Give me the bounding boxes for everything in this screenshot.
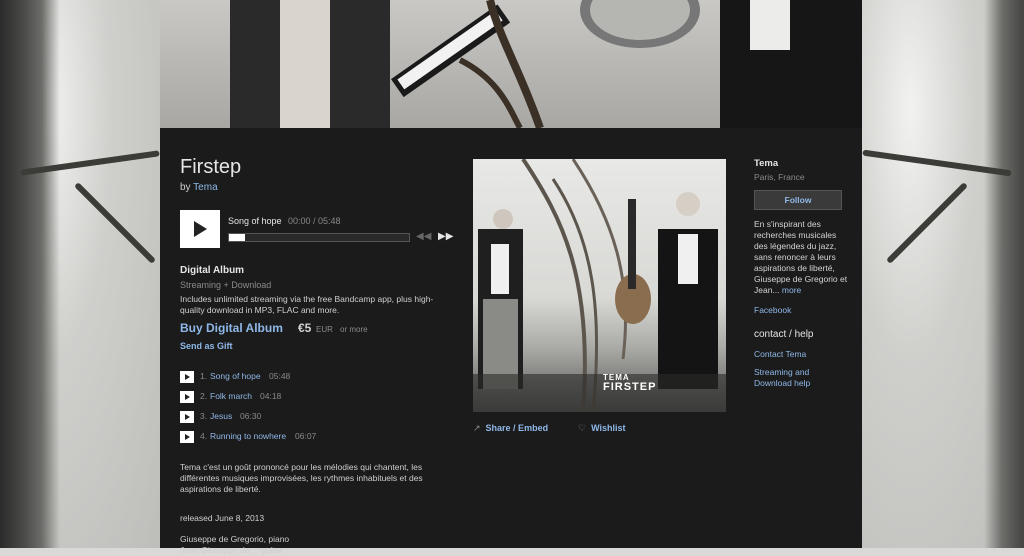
facebook-link[interactable]: Facebook bbox=[754, 305, 849, 315]
audio-player: Song of hope 00:00 / 05:48 ◀◀ ▶▶ bbox=[180, 210, 453, 250]
track-list: 1. Song of hope 05:48 2. Folk march 04:1… bbox=[180, 370, 460, 450]
contact-artist-link[interactable]: Contact Tema bbox=[754, 349, 849, 359]
track-name-link[interactable]: Song of hope bbox=[210, 371, 261, 381]
credits: Giuseppe de Gregorio, piano Jean-Giusepp… bbox=[180, 534, 289, 556]
track-number: 1. bbox=[200, 371, 208, 381]
header-banner-image bbox=[160, 0, 862, 128]
share-embed-button[interactable]: ↗ Share / Embed bbox=[473, 423, 548, 434]
track-duration: 04:18 bbox=[260, 391, 282, 401]
progress-knob[interactable] bbox=[229, 234, 245, 241]
track-name-link[interactable]: Folk march bbox=[210, 391, 252, 401]
now-playing-title: Song of hope bbox=[228, 216, 282, 226]
digital-album-title: Digital Album bbox=[180, 265, 245, 276]
next-track-icon[interactable]: ▶▶ bbox=[438, 231, 453, 242]
follow-button[interactable]: Follow bbox=[754, 190, 842, 210]
track-play-button[interactable] bbox=[180, 371, 194, 383]
play-button[interactable] bbox=[180, 210, 220, 248]
credit-line: Jean-Giuseppe de ... guitar bbox=[180, 545, 283, 555]
track-duration: 05:48 bbox=[269, 371, 291, 381]
sidebar-artist-name[interactable]: Tema bbox=[754, 158, 849, 169]
album-about: Tema c'est un goût prononcé pour les mél… bbox=[180, 462, 423, 494]
track-duration: 06:30 bbox=[240, 411, 262, 421]
track-play-button[interactable] bbox=[180, 431, 194, 443]
album-panel: Firstep by Tema Song of hope 00:00 / 05:… bbox=[160, 128, 862, 555]
artist-link[interactable]: Tema bbox=[193, 182, 217, 193]
wishlist-button[interactable]: ♡ Wishlist bbox=[578, 423, 626, 434]
artist-sidebar: Tema Paris, France Follow En s'inspirant… bbox=[754, 158, 849, 389]
track-name-link[interactable]: Running to nowhere bbox=[210, 431, 286, 441]
send-as-gift-link[interactable]: Send as Gift bbox=[180, 341, 233, 351]
track-row: 3. Jesus 06:30 bbox=[180, 410, 460, 430]
bio-text: En s'inspirant des recherches musicales … bbox=[754, 219, 848, 295]
album-cover-image[interactable]: TEMA FIRSTEP bbox=[473, 159, 726, 412]
track-name-link[interactable]: Jesus bbox=[210, 411, 232, 421]
track-number: 3. bbox=[200, 411, 208, 421]
background-right bbox=[862, 0, 1024, 548]
release-date: released June 8, 2013 bbox=[180, 513, 265, 523]
digital-album-subtitle: Streaming + Download bbox=[180, 280, 272, 290]
background-left bbox=[0, 0, 160, 548]
previous-track-icon[interactable]: ◀◀ bbox=[416, 231, 431, 242]
wishlist-label: Wishlist bbox=[591, 423, 626, 433]
now-playing-time: 00:00 / 05:48 bbox=[288, 216, 341, 226]
track-row: 1. Song of hope 05:48 bbox=[180, 370, 460, 390]
streaming-help-link[interactable]: Streaming and Download help bbox=[754, 367, 849, 389]
share-label: Share / Embed bbox=[485, 423, 549, 433]
sidebar-location: Paris, France bbox=[754, 172, 805, 182]
track-duration: 06:07 bbox=[295, 431, 317, 441]
credit-line: Giuseppe de Gregorio, piano bbox=[180, 534, 290, 544]
price: €5 bbox=[298, 321, 312, 335]
digital-album-description: Includes unlimited streaming via the fre… bbox=[180, 294, 434, 315]
track-row: 2. Folk march 04:18 bbox=[180, 390, 460, 410]
track-number: 4. bbox=[200, 431, 208, 441]
progress-bar[interactable] bbox=[228, 233, 410, 242]
album-title: Firstep bbox=[180, 156, 242, 178]
buy-digital-album-link[interactable]: Buy Digital Album bbox=[180, 321, 283, 335]
bio-more-link[interactable]: more bbox=[782, 285, 801, 295]
byline-prefix: by bbox=[180, 182, 191, 193]
track-number: 2. bbox=[200, 391, 208, 401]
track-play-button[interactable] bbox=[180, 391, 194, 403]
or-more: or more bbox=[340, 325, 368, 334]
currency: EUR bbox=[316, 325, 333, 334]
cover-album-text: FIRSTEP bbox=[603, 381, 657, 393]
track-row: 4. Running to nowhere 06:07 bbox=[180, 430, 460, 450]
byline: by Tema bbox=[180, 182, 218, 193]
artist-bio: En s'inspirant des recherches musicales … bbox=[754, 219, 849, 296]
share-icon: ↗ bbox=[473, 423, 481, 433]
heart-icon: ♡ bbox=[578, 423, 587, 433]
track-play-button[interactable] bbox=[180, 411, 194, 423]
contact-heading: contact / help bbox=[754, 329, 814, 340]
